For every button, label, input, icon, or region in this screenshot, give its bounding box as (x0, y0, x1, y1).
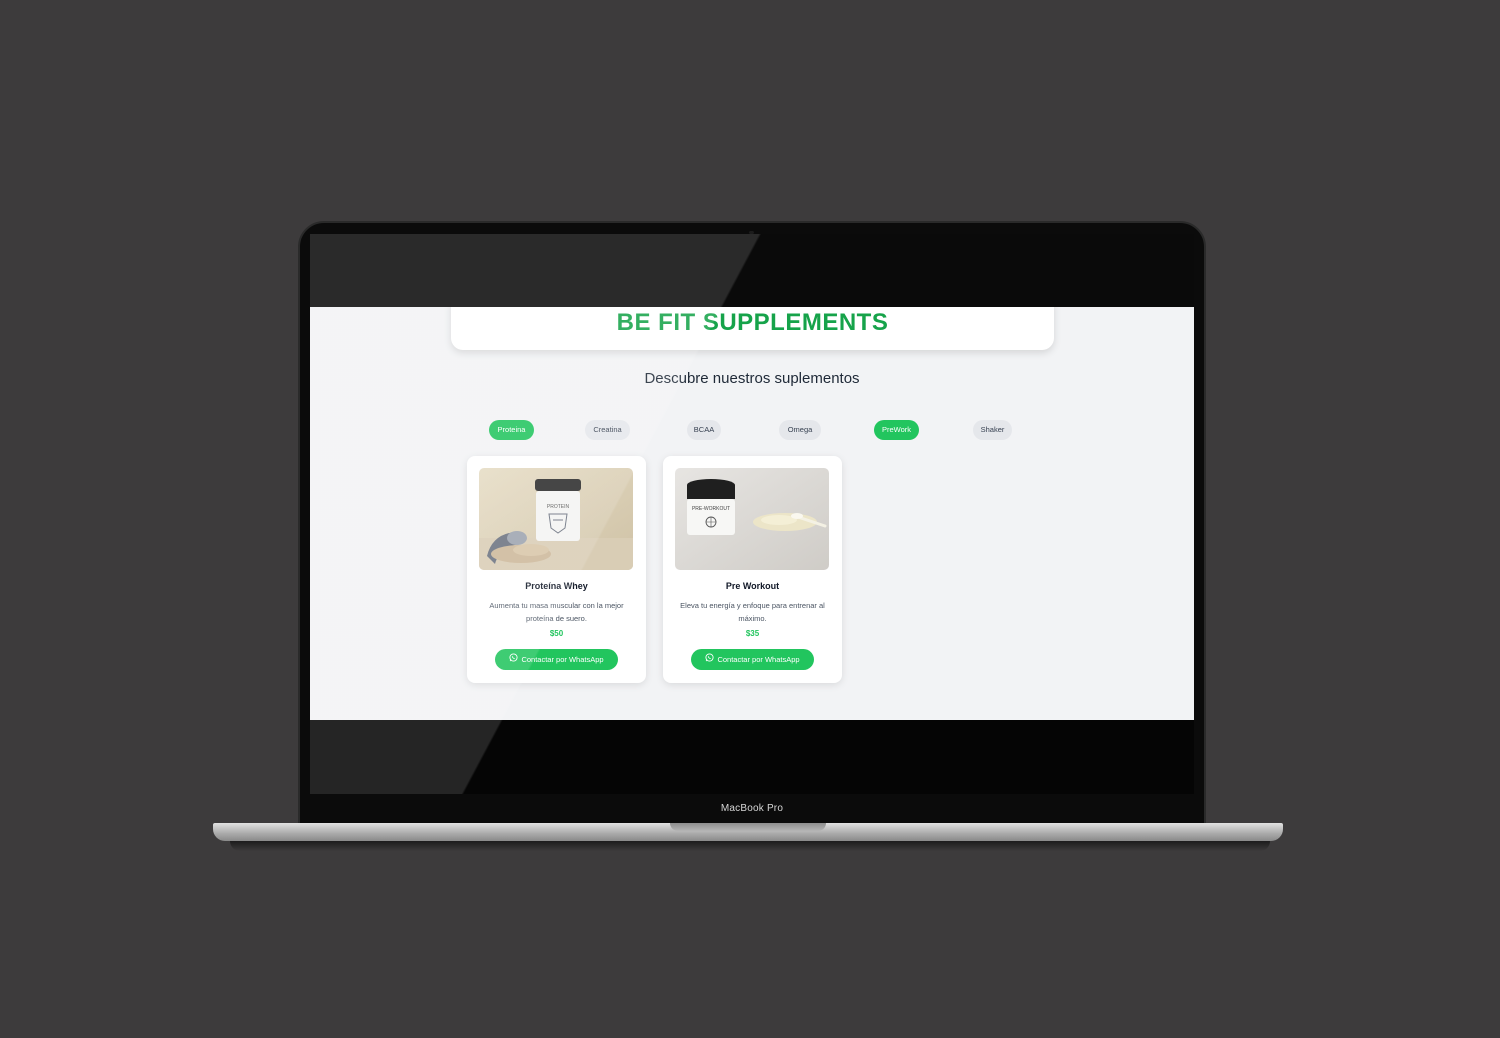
category-chip-bcaa[interactable]: BCAA (687, 420, 721, 440)
brand-title[interactable]: BE FIT SUPPLEMENTS (451, 309, 1054, 337)
device-model-label: MacBook Pro (720, 803, 784, 814)
laptop-screen: BE FIT SUPPLEMENTS Descubre nuestros sup… (310, 234, 1194, 794)
page-subtitle: Descubre nuestros suplementos (644, 370, 860, 387)
category-chip-shaker[interactable]: Shaker (973, 420, 1012, 440)
svg-text:PRE-WORKOUT: PRE-WORKOUT (692, 506, 730, 512)
product-description: Eleva tu energía y enfoque para entrenar… (680, 601, 825, 623)
preworkout-jar-image: PRE-WORKOUT (675, 468, 829, 570)
laptop-base-notch (670, 823, 826, 831)
product-description: Aumenta tu masa muscular con la mejor pr… (489, 601, 624, 623)
whatsapp-icon (509, 649, 518, 670)
category-chip-prework[interactable]: PreWork (874, 420, 919, 440)
webpage: BE FIT SUPPLEMENTS Descubre nuestros sup… (310, 307, 1194, 720)
whatsapp-icon (705, 649, 714, 670)
laptop-shadow (230, 841, 1270, 851)
product-card-preworkout: PRE-WORKOUT Pre Workout Eleva tu energía… (663, 456, 842, 683)
product-image-preworkout: PRE-WORKOUT (675, 468, 829, 570)
category-chip-omega[interactable]: Omega (779, 420, 821, 440)
whatsapp-button-label: Contactar por WhatsApp (521, 655, 604, 664)
category-chip-proteina[interactable]: Proteina (489, 420, 534, 440)
product-image-whey: PROTEIN (479, 468, 633, 570)
product-title: Proteína Whey (525, 581, 588, 591)
product-card-whey: PROTEIN Proteína Whey Aumenta tu masa mu… (467, 456, 646, 683)
header-card: BE FIT SUPPLEMENTS (451, 307, 1054, 350)
product-price: $35 (745, 629, 760, 638)
whatsapp-button-label: Contactar por WhatsApp (717, 655, 800, 664)
svg-text:PROTEIN: PROTEIN (547, 504, 570, 510)
protein-jar-image: PROTEIN (479, 468, 633, 570)
screen-top-area (310, 234, 1194, 307)
category-chip-creatina[interactable]: Creatina (585, 420, 630, 440)
screen-bottom-area (310, 720, 1194, 794)
whatsapp-contact-button[interactable]: Contactar por WhatsApp (495, 649, 618, 670)
product-price: $50 (549, 629, 564, 638)
product-title: Pre Workout (725, 581, 780, 591)
whatsapp-contact-button[interactable]: Contactar por WhatsApp (691, 649, 814, 670)
